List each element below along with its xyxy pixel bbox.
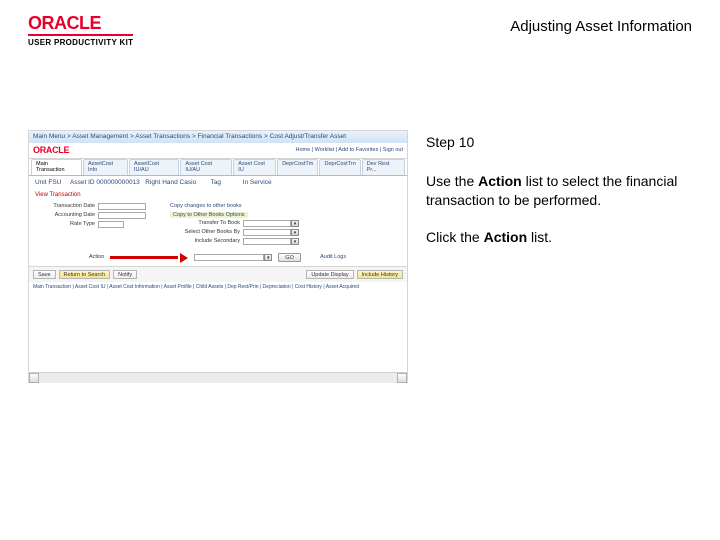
oracle-logo-block: ORACLE USER PRODUCTIVITY KIT: [28, 14, 133, 47]
in-service-label: In Service: [243, 179, 272, 186]
click-post: list.: [527, 229, 552, 245]
app-logo-row: ORACLE Home | Worklist | Add to Favorite…: [29, 143, 407, 159]
tab-2[interactable]: AssetCost IU/AU: [129, 159, 179, 175]
page-title: Adjusting Asset Information: [510, 18, 692, 35]
unit-label: Unit: [35, 179, 47, 186]
chevron-down-icon[interactable]: ▾: [291, 238, 299, 245]
chevron-down-icon[interactable]: ▾: [291, 220, 299, 227]
oracle-logo-underline: [28, 34, 133, 36]
action-label: Action: [89, 254, 104, 261]
footer-links: Main Transaction | Asset Cost IU | Asset…: [29, 282, 407, 292]
tab-3[interactable]: Asset Cost IU/AU: [180, 159, 232, 175]
chevron-down-icon[interactable]: ▾: [264, 254, 272, 261]
include-sec-label: Include Secondary: [170, 238, 240, 245]
asset-desc: Right Hand Casio: [145, 179, 196, 186]
go-button[interactable]: GO: [278, 253, 301, 262]
trans-date-label: Transaction Date: [45, 203, 95, 210]
copy-changes-link[interactable]: Copy changes to other books: [170, 203, 242, 210]
oracle-logo-text: ORACLE: [28, 14, 133, 32]
select-other-label: Select Other Books By: [170, 229, 240, 236]
tab-1[interactable]: AssetCost Info: [83, 159, 128, 175]
click-bold: Action: [484, 229, 528, 245]
include-sec-select[interactable]: [243, 238, 291, 245]
app-screenshot: Main Menu > Asset Management > Asset Tra…: [28, 130, 408, 383]
step-label: Step 10: [426, 134, 692, 150]
form-left: Transaction Date Accounting Date Rate Ty…: [45, 203, 146, 245]
copy-books-link[interactable]: Copy to Other Books Options: [170, 212, 248, 219]
include-history-button[interactable]: Include History: [357, 270, 403, 279]
form-area: Transaction Date Accounting Date Rate Ty…: [29, 201, 407, 249]
tab-5[interactable]: DeprCostTrn: [277, 159, 318, 175]
update-display-button[interactable]: Update Display: [306, 270, 353, 279]
action-bar: Action ▾ GO Audit Logs: [29, 249, 407, 266]
screenshot-column: Main Menu > Asset Management > Asset Tra…: [28, 130, 408, 383]
select-other-select[interactable]: [243, 229, 291, 236]
page-header: ORACLE USER PRODUCTIVITY KIT Adjusting A…: [0, 14, 720, 47]
save-button[interactable]: Save: [33, 270, 56, 279]
rate-type-label: Rate Type: [45, 221, 95, 228]
transfer-to-select[interactable]: [243, 220, 291, 227]
scroll-left-icon[interactable]: [29, 373, 39, 383]
upk-subtext: USER PRODUCTIVITY KIT: [28, 38, 133, 47]
tab-row: Main Transaction AssetCost Info AssetCos…: [29, 159, 407, 176]
content-area: Main Menu > Asset Management > Asset Tra…: [28, 130, 692, 383]
scroll-track[interactable]: [39, 373, 397, 383]
action-dropdown[interactable]: ▾: [194, 254, 272, 261]
highlight-arrow-icon: [110, 254, 188, 261]
instruction-column: Step 10 Use the Action list to select th…: [426, 130, 692, 247]
breadcrumb-text: Main Menu > Asset Management > Asset Tra…: [33, 133, 346, 141]
tab-4[interactable]: Asset Cost IU: [233, 159, 276, 175]
transfer-to-label: Transfer To Book: [170, 220, 240, 227]
asset-id-label: Asset ID: [70, 179, 95, 186]
click-pre: Click the: [426, 229, 484, 245]
scroll-right-icon[interactable]: [397, 373, 407, 383]
rate-type-input[interactable]: [98, 221, 124, 228]
asset-header-line: Unit FSU Asset ID 000000000013 Right Han…: [29, 176, 407, 190]
app-oracle-logo: ORACLE: [33, 145, 69, 156]
instr-bold: Action: [478, 173, 522, 189]
instruction-text: Use the Action list to select the financ…: [426, 172, 692, 210]
asset-id-value: 000000000013: [96, 179, 139, 186]
app-links: Home | Worklist | Add to Favorites | Sig…: [295, 147, 403, 154]
return-search-button[interactable]: Return to Search: [59, 270, 111, 279]
tab-6[interactable]: DeprCostTrn: [319, 159, 360, 175]
instr-pre: Use the: [426, 173, 478, 189]
top-nav: Main Menu > Asset Management > Asset Tra…: [29, 131, 407, 143]
scrollbar[interactable]: [29, 372, 407, 382]
audit-logs-link[interactable]: Audit Logs: [320, 254, 346, 261]
button-bar: Save Return to Search Notify Update Disp…: [29, 266, 407, 282]
form-right: Copy changes to other books Copy to Othe…: [170, 203, 299, 245]
acct-date-label: Accounting Date: [45, 212, 95, 219]
action-select[interactable]: [194, 254, 264, 261]
tab-7[interactable]: Dev Rest Pr...: [362, 159, 405, 175]
chevron-down-icon[interactable]: ▾: [291, 229, 299, 236]
unit-value: FSU: [48, 179, 61, 186]
acct-date-input[interactable]: [98, 212, 146, 219]
tab-main-transaction[interactable]: Main Transaction: [31, 159, 82, 175]
view-transaction-heading: View Transaction: [29, 190, 407, 201]
tag-label: Tag: [211, 179, 221, 186]
trans-date-input[interactable]: [98, 203, 146, 210]
click-instruction: Click the Action list.: [426, 228, 692, 247]
notify-button[interactable]: Notify: [113, 270, 137, 279]
